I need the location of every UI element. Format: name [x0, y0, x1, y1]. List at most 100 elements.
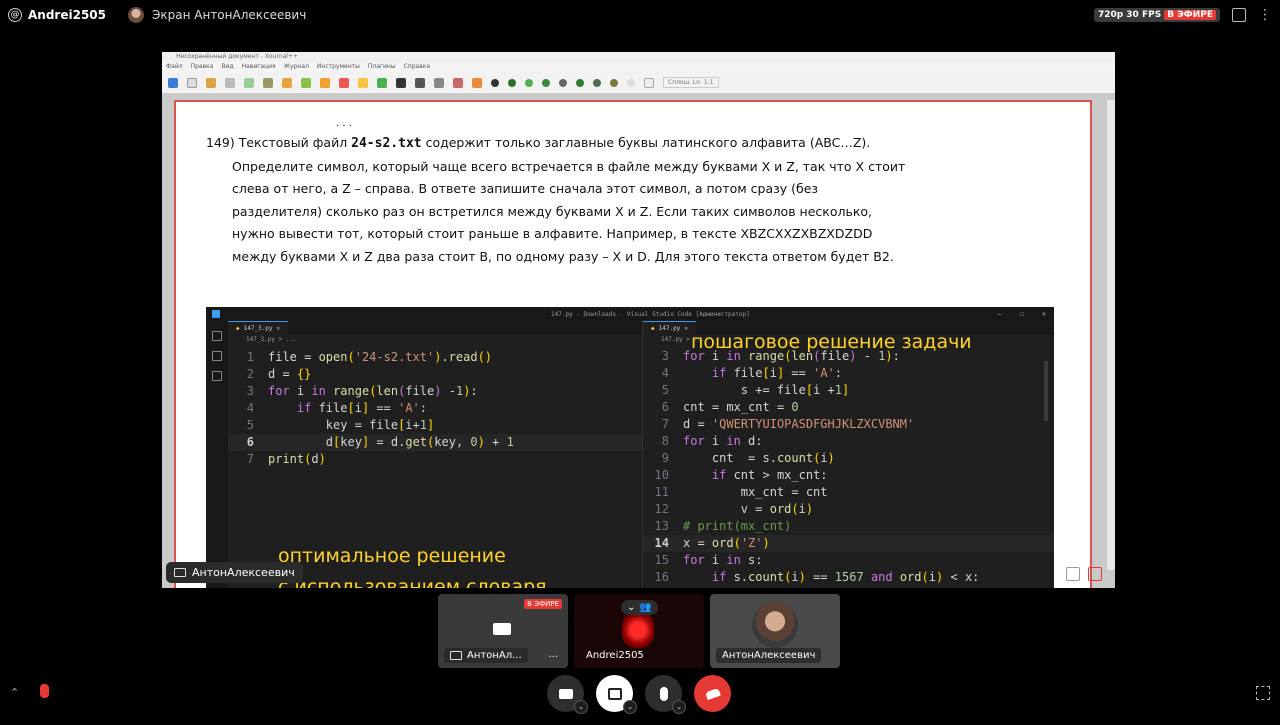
code-line: 5 key = file[i+1]	[228, 417, 642, 434]
hand-icon[interactable]	[472, 77, 482, 88]
image-icon[interactable]	[377, 77, 387, 88]
right-code[interactable]: 3 for i in range(len(file) - 1): 4 if fil…	[643, 345, 1054, 588]
participants-icon: 👥	[639, 602, 652, 613]
maximize-icon[interactable]: ☐	[1020, 310, 1024, 318]
extensions-icon[interactable]	[212, 371, 222, 381]
thumbnail-andrei[interactable]: ⌄ 👥 Andrei2505	[574, 594, 704, 668]
hang-up-button[interactable]	[694, 675, 731, 712]
code-text: v = ord(i)	[683, 502, 814, 516]
tab-147[interactable]: ◆ 147.py ✕	[643, 321, 696, 335]
page-scrollbar[interactable]	[1107, 100, 1115, 570]
pen-icon[interactable]	[320, 77, 330, 88]
new-icon[interactable]	[187, 77, 197, 88]
call-controls: ⌄ ⌄ ⌄	[547, 675, 731, 714]
share-screen-button[interactable]: ⌄	[596, 675, 637, 714]
highlighter-icon[interactable]	[358, 77, 368, 88]
line-number: 14	[654, 536, 669, 550]
files-icon[interactable]	[212, 351, 222, 361]
menu-item[interactable]: Навигация	[242, 62, 276, 72]
color-khaki-icon[interactable]	[610, 78, 618, 87]
vscode-logo-icon	[212, 310, 220, 318]
copy-icon[interactable]	[244, 77, 254, 88]
line-number: 1	[246, 350, 254, 364]
color-darkgreen-icon[interactable]	[542, 78, 550, 87]
chevron-down-icon[interactable]: ⌄	[623, 700, 637, 714]
zoom-value: 1:1	[703, 79, 714, 86]
thumbnail-anton[interactable]: АнтонАлексеевич	[710, 594, 840, 668]
color-lightgreen-icon[interactable]	[525, 78, 533, 87]
line-number: 5	[661, 383, 669, 397]
vertical-space-icon[interactable]	[453, 77, 463, 88]
color-gray-icon[interactable]	[559, 78, 567, 87]
menu-item[interactable]: Инструменты	[317, 62, 360, 72]
code-line: 12 v = ord(i)	[643, 501, 1054, 518]
more-button[interactable]: ···	[544, 652, 562, 663]
open-icon[interactable]	[206, 77, 216, 88]
color-olive-icon[interactable]	[593, 78, 601, 87]
cut-icon[interactable]	[225, 77, 235, 88]
eraser-icon[interactable]	[339, 77, 349, 88]
close-icon[interactable]: ✕	[1042, 310, 1046, 318]
undo-icon[interactable]	[282, 77, 292, 88]
xournal-toolbar: Сплош. Ln 1:1	[162, 72, 1115, 94]
color-white-icon[interactable]	[627, 78, 635, 87]
menu-item[interactable]: Журнал	[284, 62, 309, 72]
code-text: if file[i] == 'A':	[296, 401, 428, 415]
code-line: 11 mx_cnt = cnt	[643, 484, 1054, 501]
close-tab-icon[interactable]: ✕	[684, 325, 688, 332]
custom-color-icon[interactable]	[644, 77, 654, 88]
tab-147-3[interactable]: ◆ 147_3.py ✕	[228, 321, 289, 335]
more-options-icon[interactable]: ⋮	[1258, 7, 1272, 23]
chevron-up-icon[interactable]: ⌃	[10, 686, 19, 699]
share-screen-icon	[607, 687, 622, 700]
vscode-window: 147.py - Downloads - Visual Studio Code …	[206, 307, 1054, 588]
code-line: 7 print(d)	[228, 451, 642, 468]
save-icon[interactable]	[168, 77, 178, 88]
formula-icon[interactable]	[415, 77, 425, 88]
participants-button[interactable]: ⌄ 👥	[621, 600, 658, 615]
minimap[interactable]	[1044, 361, 1048, 421]
code-line: 2 d = {}	[228, 366, 642, 383]
overlay-stepwise: пошаговое решение задачи	[691, 331, 972, 353]
code-text: d = {}	[268, 367, 312, 381]
code-text: # print(mx_cnt)	[683, 519, 792, 533]
menu-item[interactable]: Правка	[191, 62, 214, 72]
document-canvas[interactable]: . . . 149) Текстовый файл 24-s2.txt соде…	[174, 100, 1092, 588]
vscode-titlebar: 147.py - Downloads - Visual Studio Code …	[206, 307, 1054, 321]
redo-icon[interactable]	[301, 77, 311, 88]
fullscreen-icon[interactable]	[1088, 567, 1102, 581]
menu-item[interactable]: Файл	[166, 62, 183, 72]
text-icon[interactable]	[396, 77, 406, 88]
line-style-select[interactable]: Сплош. Ln 1:1	[663, 77, 719, 88]
code-text: for i in d:	[683, 434, 763, 448]
expand-icon[interactable]	[1256, 686, 1270, 700]
line-number: 6	[246, 435, 254, 449]
popout-icon[interactable]	[1232, 8, 1246, 22]
chevron-down-icon[interactable]: ⌄	[672, 700, 686, 714]
color-forest-icon[interactable]	[576, 78, 584, 87]
chevron-down-icon[interactable]: ⌄	[574, 700, 588, 714]
minimize-icon[interactable]: —	[997, 310, 1001, 318]
menu-item[interactable]: Плагины	[368, 62, 396, 72]
thumbnail-screen[interactable]: В ЭФИРЕ АнтонАл... ···	[438, 594, 568, 668]
xournal-title: Несохранённый документ - Xournal++	[162, 52, 1115, 62]
select-icon[interactable]	[434, 77, 444, 88]
task-line: Определите символ, который чаще всего вс…	[232, 158, 906, 174]
monitor-icon	[450, 651, 462, 660]
paste-icon[interactable]	[263, 77, 273, 88]
microphone-button[interactable]: ⌄	[645, 675, 686, 714]
menu-item[interactable]: Вид	[221, 62, 233, 72]
at-icon: @	[8, 8, 22, 22]
code-text: if s.count(i) == 1567 and ord(i) < x:	[711, 570, 980, 584]
zoom-in-icon[interactable]	[1066, 567, 1080, 581]
tab-label: 147.py	[658, 325, 681, 332]
color-green-icon[interactable]	[508, 78, 516, 87]
top-bar: @ Andrei2505 Экран АнтонАлексеевич 720p …	[0, 0, 1280, 30]
color-black-icon[interactable]	[491, 78, 499, 87]
camera-button[interactable]: ⌄	[547, 675, 588, 714]
explorer-icon[interactable]	[212, 331, 222, 341]
menu-item[interactable]: Справка	[404, 62, 430, 72]
close-tab-icon[interactable]: ✕	[277, 325, 281, 332]
code-text: mx_cnt = cnt	[683, 485, 828, 499]
left-code[interactable]: 1 file = open('24-s2.txt').read() 2 d = {}…	[228, 345, 642, 468]
